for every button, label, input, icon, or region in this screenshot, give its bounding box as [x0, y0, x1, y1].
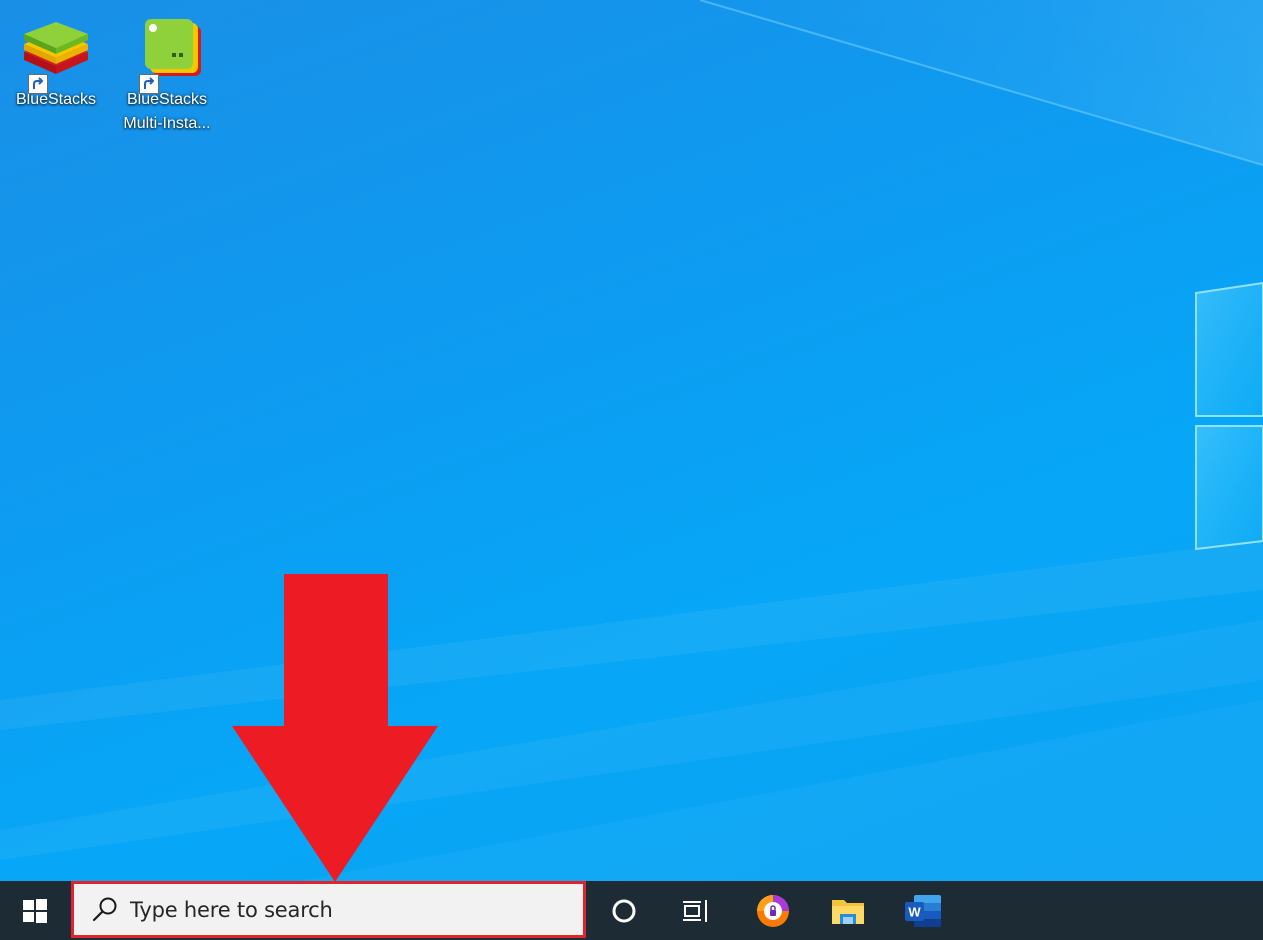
bluestacks-multi-instance-icon	[127, 14, 207, 94]
windows-logo-icon	[23, 899, 47, 923]
bluestacks-icon	[16, 14, 96, 94]
start-button[interactable]	[0, 881, 70, 940]
search-icon	[90, 895, 120, 925]
taskbar: Type here to search	[0, 881, 1263, 940]
cortana-button[interactable]	[596, 881, 652, 940]
shortcut-arrow-icon	[139, 74, 159, 94]
desktop: BlueStacks BlueStacks Multi-Insta...	[0, 0, 1263, 881]
avast-browser-icon	[756, 894, 790, 928]
cortana-circle-icon	[611, 898, 637, 924]
svg-text:W: W	[908, 904, 921, 919]
taskbar-search-box[interactable]: Type here to search	[71, 881, 586, 938]
file-explorer-button[interactable]	[820, 881, 876, 940]
annotation-arrow-pointing-down	[232, 574, 438, 882]
search-placeholder: Type here to search	[130, 898, 333, 922]
task-view-icon	[682, 899, 710, 923]
desktop-icon-bluestacks-multi-instance[interactable]: BlueStacks Multi-Insta...	[117, 0, 217, 136]
shortcut-arrow-icon	[28, 74, 48, 94]
folder-icon	[831, 896, 865, 926]
desktop-icon-bluestacks[interactable]: BlueStacks	[6, 0, 106, 112]
avast-secure-browser-button[interactable]	[745, 881, 801, 940]
word-button[interactable]: W	[895, 881, 951, 940]
word-icon: W	[904, 894, 942, 928]
desktop-icon-label-line2: Multi-Insta...	[117, 112, 217, 136]
task-view-button[interactable]	[668, 881, 724, 940]
